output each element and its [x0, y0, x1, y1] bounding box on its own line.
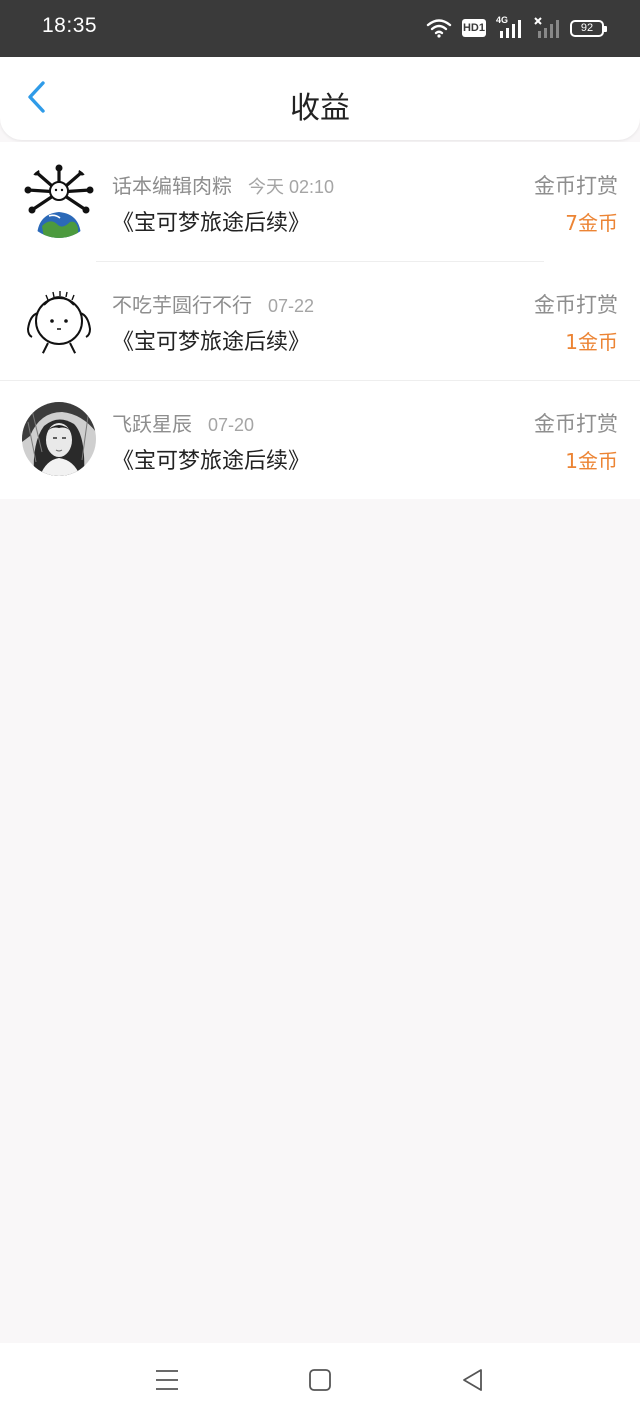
list-item[interactable]: 不吃芋圆行不行 07-22 《宝可梦旅途后续》 金币打赏 1金币 [0, 261, 640, 380]
reward-type: 金币打赏 [534, 174, 618, 198]
user-line: 话本编辑肉粽 今天 02:10 [112, 170, 334, 199]
reward-list: 话本编辑肉粽 今天 02:10 《宝可梦旅途后续》 金币打赏 7金币 不吃芋圆行… [0, 142, 640, 499]
reward-amount: 1金币 [565, 449, 618, 473]
status-icons: HD1 4G 92 [426, 15, 607, 40]
battery-icon: 92 [570, 19, 607, 37]
username: 不吃芋圆行不行 [112, 293, 252, 317]
status-time: 18:35 [42, 14, 98, 37]
book-title: 《宝可梦旅途后续》 [112, 449, 311, 474]
list-item[interactable]: 话本编辑肉粽 今天 02:10 《宝可梦旅途后续》 金币打赏 7金币 [0, 142, 640, 261]
date: 今天 02:10 [248, 177, 335, 197]
date: 07-20 [208, 415, 255, 435]
signal-4g-icon: 4G [496, 15, 524, 39]
reward-amount: 7金币 [565, 211, 618, 235]
reward-type: 金币打赏 [534, 293, 618, 317]
avatar[interactable] [22, 402, 96, 476]
menu-button[interactable] [147, 1367, 187, 1397]
username: 话本编辑肉粽 [112, 174, 232, 198]
status-bar: 18:35 HD1 4G 92 [0, 0, 640, 57]
reward-amount: 1金币 [565, 330, 618, 354]
user-line: 飞跃星辰 07-20 [112, 408, 254, 437]
back-triangle-icon [461, 1368, 485, 1396]
username: 飞跃星辰 [112, 412, 192, 436]
header: 收益 [0, 57, 640, 140]
reward-type: 金币打赏 [534, 412, 618, 436]
book-title: 《宝可梦旅途后续》 [112, 211, 311, 236]
date: 07-22 [268, 296, 315, 316]
system-nav-bar [0, 1343, 640, 1422]
menu-icon [154, 1368, 180, 1396]
book-title: 《宝可梦旅途后续》 [112, 330, 311, 355]
signal-no-service-icon [534, 17, 560, 39]
hd-icon: HD1 [462, 19, 486, 37]
home-square-icon [308, 1368, 332, 1396]
wifi-icon [426, 18, 452, 38]
avatar[interactable] [22, 164, 96, 238]
user-line: 不吃芋圆行不行 07-22 [112, 289, 314, 318]
page-title: 收益 [290, 91, 350, 126]
avatar[interactable] [22, 283, 96, 357]
list-item[interactable]: 飞跃星辰 07-20 《宝可梦旅途后续》 金币打赏 1金币 [0, 380, 640, 499]
home-button[interactable] [300, 1367, 340, 1397]
back-nav-button[interactable] [453, 1367, 493, 1397]
